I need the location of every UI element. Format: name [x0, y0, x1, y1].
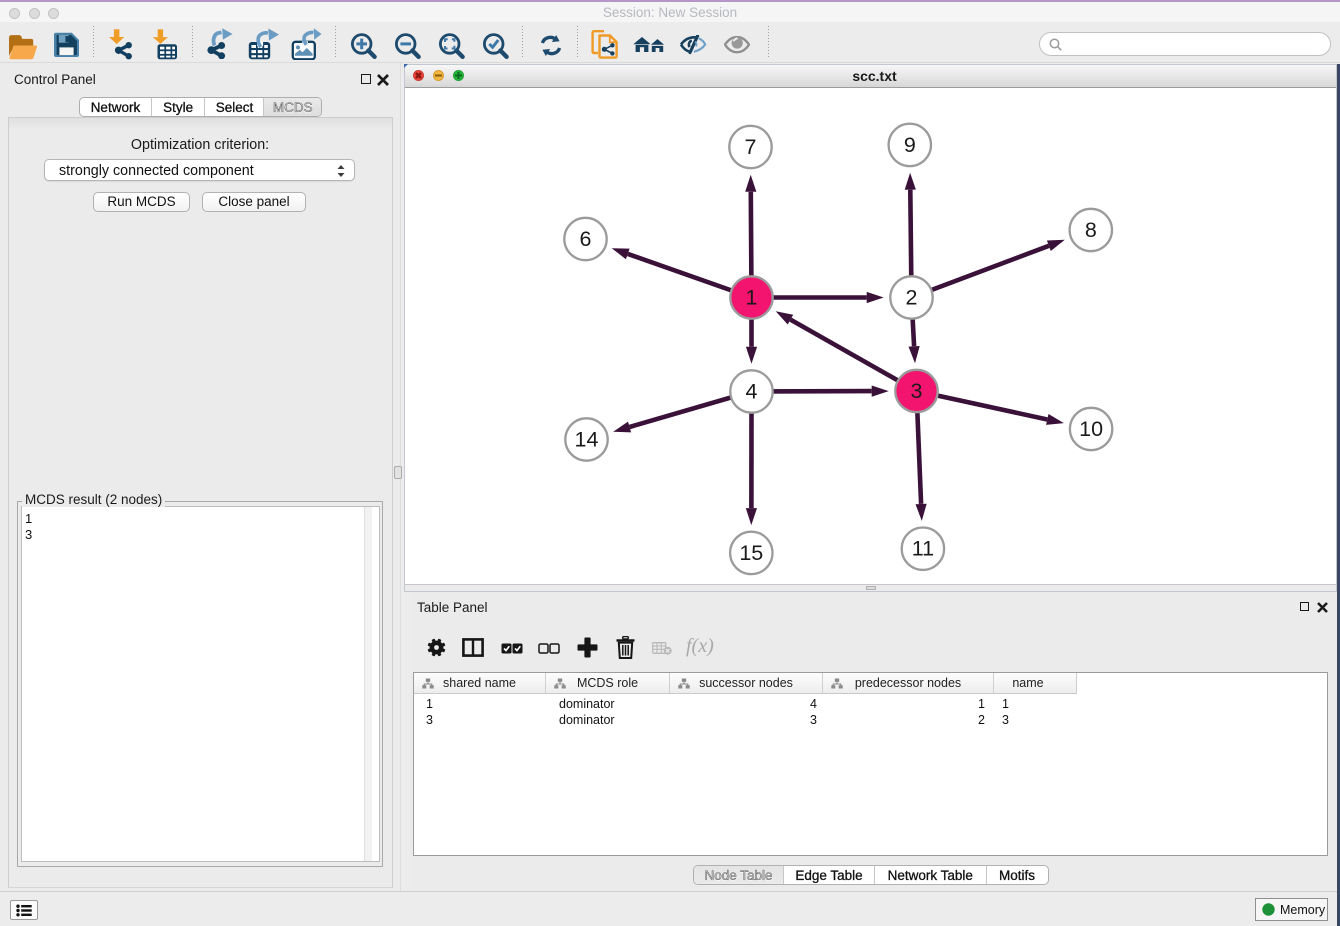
svg-text:2: 2 [906, 286, 918, 310]
svg-text:7: 7 [745, 135, 757, 159]
svg-text:14: 14 [575, 428, 599, 452]
svg-text:10: 10 [1079, 417, 1103, 441]
svg-text:6: 6 [580, 227, 592, 251]
svg-text:11: 11 [912, 537, 934, 561]
svg-text:9: 9 [904, 133, 916, 157]
svg-text:8: 8 [1085, 218, 1097, 242]
svg-text:4: 4 [746, 380, 758, 404]
svg-text:1: 1 [746, 286, 758, 310]
svg-text:15: 15 [739, 541, 763, 565]
svg-text:3: 3 [911, 379, 923, 403]
